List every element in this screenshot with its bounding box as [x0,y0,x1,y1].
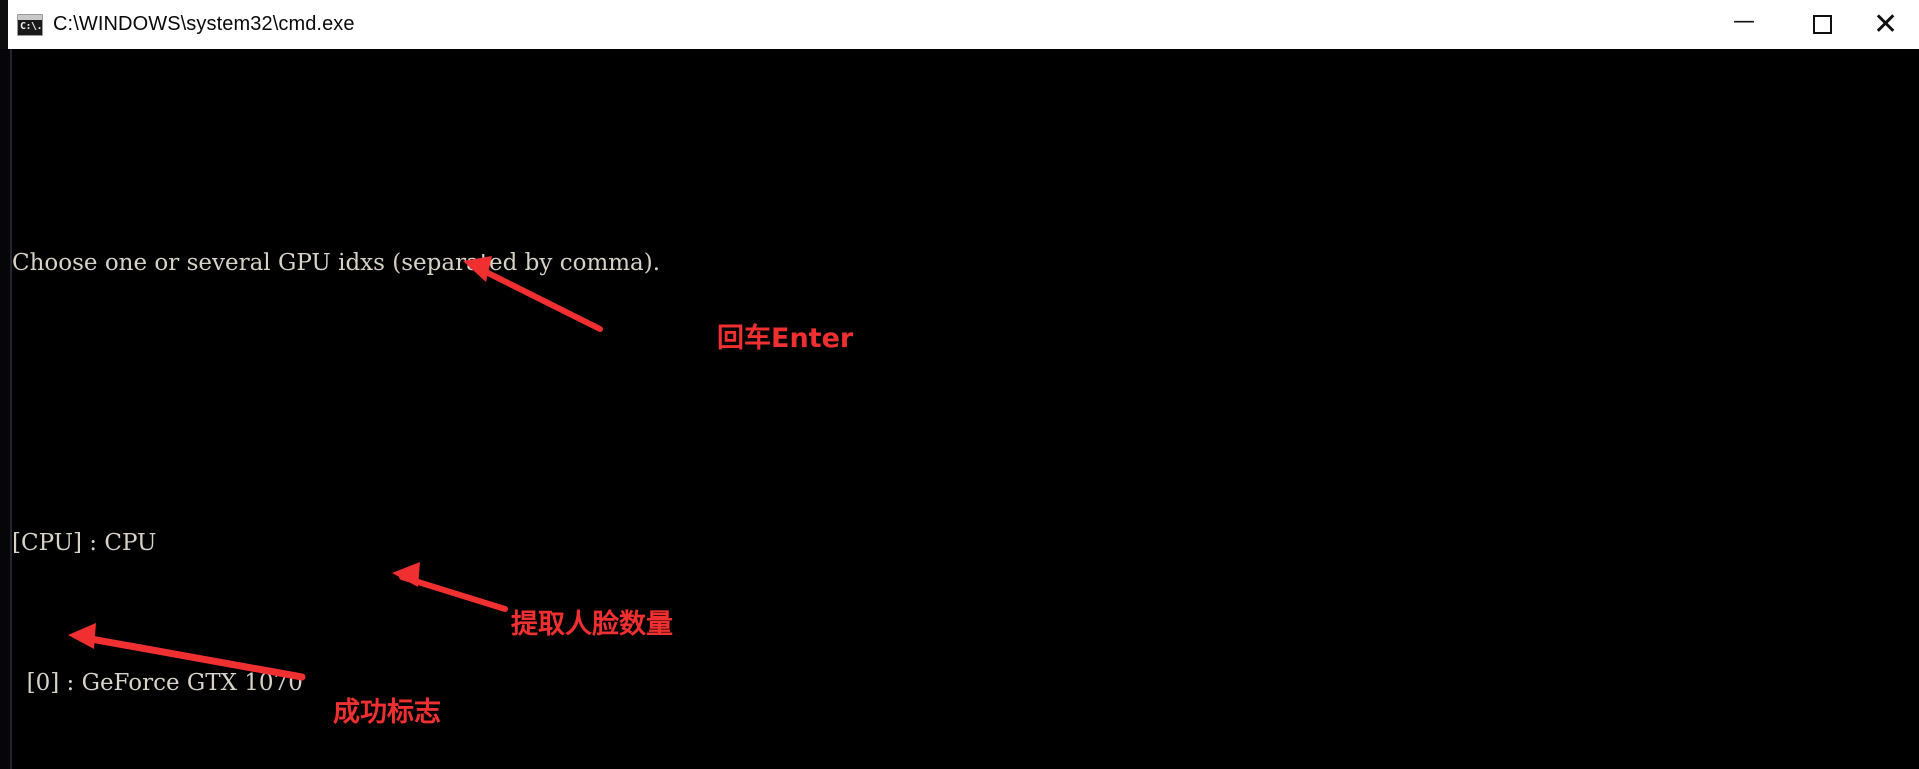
title-bar: C:\. C:\WINDOWS\system32\cmd.exe — ✕ [0,0,1919,49]
terminal-text: Choose one or several GPU idxs (separate… [12,49,1919,769]
close-icon: ✕ [1873,6,1899,42]
close-button[interactable]: ✕ [1861,0,1919,49]
line-blank-1 [12,386,1919,421]
minimize-button[interactable]: — [1705,0,1783,49]
cmd-window: C:\. C:\WINDOWS\system32\cmd.exe — ✕ Cho… [0,0,1919,769]
maximize-button[interactable] [1783,0,1861,49]
annotation-enter: 回车Enter [717,323,854,354]
window-title: C:\WINDOWS\system32\cmd.exe [53,13,355,35]
line-gpu-prompt-header: Choose one or several GPU idxs (separate… [12,250,661,276]
annotation-faces-count: 提取人脸数量 [511,609,673,640]
cmd-icon-prompt-text: C:\. [20,20,43,32]
annotation-success-flag: 成功标志 [333,697,441,728]
terminal-top-pad [12,119,1919,141]
cmd-icon-titlestrip [18,14,42,20]
minimize-icon: — [1733,8,1755,34]
console-left-gutter [0,49,10,769]
line-device-gpu0: [0] : GeForce GTX 1070 [12,670,303,696]
console-output-area[interactable]: Choose one or several GPU idxs (separate… [0,49,1919,769]
maximize-icon [1812,15,1832,34]
titlebar-left-edge [0,0,8,49]
line-device-cpu: [CPU] : CPU [12,530,157,556]
cmd-exe-icon: C:\. [17,13,43,36]
